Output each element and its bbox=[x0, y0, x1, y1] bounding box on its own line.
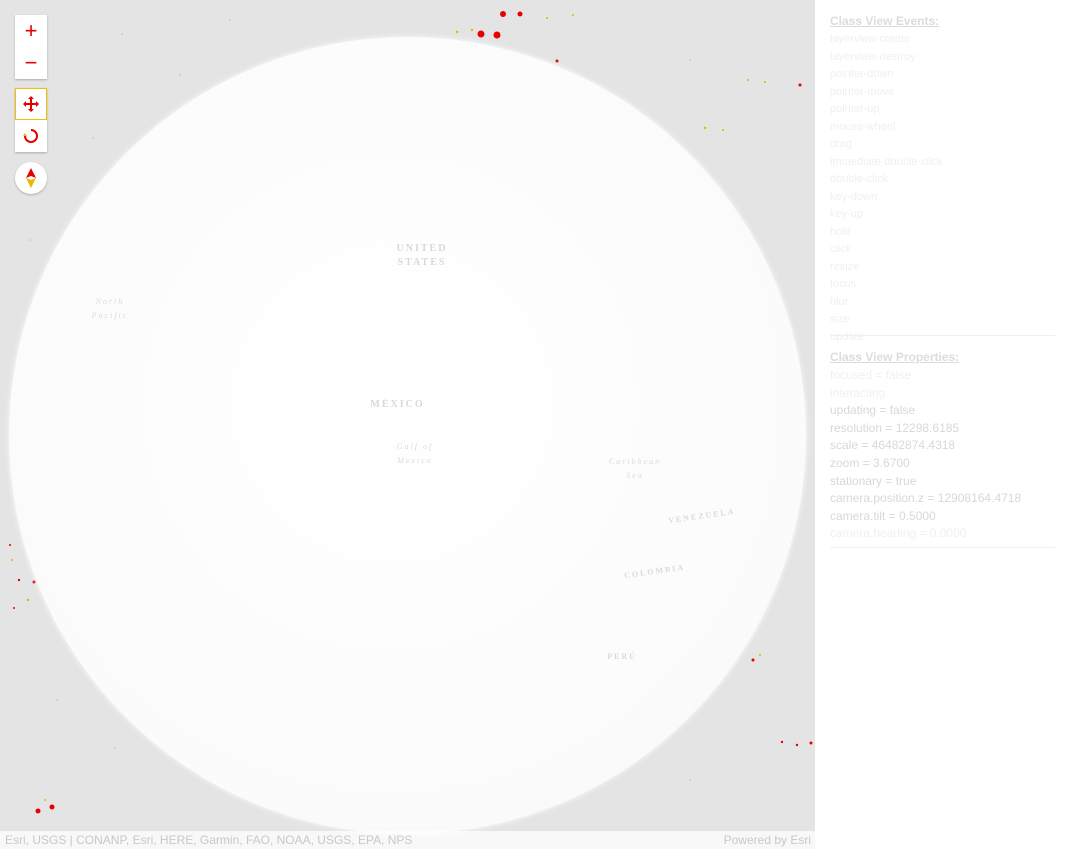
map-label-united-states: UNITED STATES bbox=[396, 243, 448, 268]
events-title: Class View Events: bbox=[830, 14, 940, 28]
event-item: resize bbox=[830, 260, 860, 273]
pan-icon bbox=[23, 96, 39, 112]
property-item: resolution = 12298.6185 bbox=[830, 420, 960, 435]
property-item: camera.heading = 0.0000 bbox=[830, 526, 967, 541]
event-item: double-click bbox=[830, 173, 889, 185]
properties-title: Class View Properties: bbox=[830, 350, 960, 364]
map-label-mexico: MÉXICO bbox=[370, 399, 425, 410]
property-item: zoom = 3.6700 bbox=[830, 455, 910, 470]
rotate-button[interactable] bbox=[15, 120, 47, 152]
zoom-in-icon: + bbox=[24, 18, 38, 43]
event-item: pointer-up bbox=[830, 103, 880, 115]
event-item: layerview-destroy bbox=[830, 50, 916, 63]
rotate-icon bbox=[23, 129, 38, 143]
event-item: hold bbox=[830, 225, 851, 238]
map-label-caribbean: Caribbean Sea bbox=[608, 457, 662, 480]
navigation-toggle bbox=[15, 88, 47, 152]
events-list: layerview-create layerview-destroy pointer… bbox=[830, 31, 1055, 346]
zoom-out-icon: − bbox=[24, 50, 38, 75]
property-item: camera.tilt = 0.5000 bbox=[830, 508, 936, 523]
event-item: drag bbox=[830, 138, 853, 150]
zoom-in-button[interactable]: + bbox=[15, 15, 47, 47]
property-item: focused = false bbox=[830, 368, 912, 382]
event-item: blur bbox=[830, 295, 849, 308]
event-item: pointer-move bbox=[830, 85, 895, 98]
event-item: pointer-down bbox=[830, 68, 894, 80]
event-item: mouse-wheel bbox=[830, 120, 896, 133]
attribution-bar: Esri, USGS | CONANP, Esri, HERE, Garmin,… bbox=[0, 831, 815, 849]
properties-list: focused = false interacting updating = fal… bbox=[830, 367, 1055, 543]
property-item: scale = 46482874.4318 bbox=[830, 438, 956, 453]
attribution-sources: Esri, USGS | CONANP, Esri, HERE, Garmin,… bbox=[5, 833, 413, 847]
event-item: focus bbox=[830, 278, 857, 290]
compass-icon bbox=[26, 168, 36, 188]
globe[interactable] bbox=[9, 37, 806, 834]
panel-divider-1 bbox=[830, 335, 1055, 336]
property-item: updating = false bbox=[830, 403, 916, 418]
events-section: Class View Events: layerview-create layer… bbox=[830, 14, 1055, 346]
property-item: stationary = true bbox=[830, 473, 917, 488]
panel-divider-2 bbox=[830, 547, 1055, 548]
zoom-out-button[interactable]: − bbox=[15, 47, 47, 79]
map-label-gulf: Gulf of Mexico bbox=[396, 442, 434, 465]
event-item: layerview-create bbox=[830, 33, 911, 45]
zoom-widget: + − bbox=[15, 15, 47, 79]
event-item: size bbox=[830, 313, 850, 325]
compass-button[interactable] bbox=[15, 162, 47, 194]
event-item: immediate-double-click bbox=[830, 155, 943, 168]
properties-section: Class View Properties: focused = false in… bbox=[830, 350, 1055, 543]
pan-button[interactable] bbox=[15, 88, 47, 120]
map-label-peru: PERÚ bbox=[607, 652, 637, 661]
scene-view[interactable]: UNITED STATES MÉXICO VENEZUELA COLOMBIA … bbox=[0, 0, 815, 849]
event-item: click bbox=[830, 243, 852, 255]
event-item: update bbox=[830, 330, 864, 343]
event-item: key-up bbox=[830, 208, 864, 220]
map-label-north-pacific: North Pacific bbox=[91, 297, 129, 320]
powered-by-link[interactable]: Powered by Esri bbox=[724, 831, 811, 849]
event-item: key-down bbox=[830, 190, 878, 203]
property-item: interacting bbox=[830, 385, 886, 400]
info-panel: Class View Events: layerview-create layer… bbox=[815, 0, 1065, 849]
property-item: camera.position.z = 12908164.4718 bbox=[830, 491, 1022, 506]
